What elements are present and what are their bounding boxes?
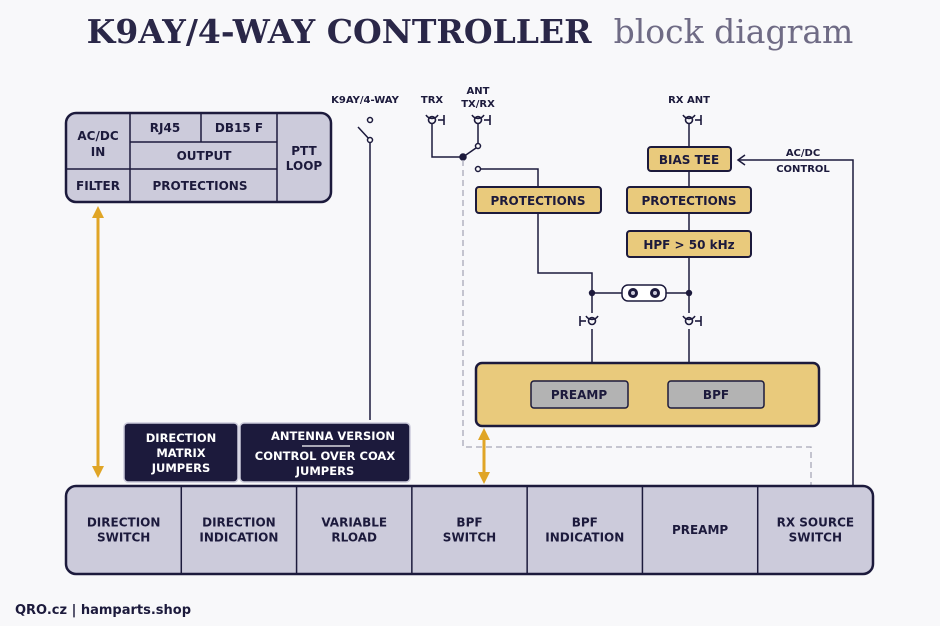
bias-tee-label: BIAS TEE (659, 153, 719, 167)
acdc-control-label-1: AC/DC (786, 148, 820, 159)
module-label: BPF (456, 516, 482, 530)
protections-label: PROTECTIONS (153, 179, 248, 193)
txrx-relay (431, 124, 539, 187)
bottom-module-bar: DIRECTIONSWITCHDIRECTIONINDICATIONVARIAB… (64, 484, 875, 576)
rf-board: PREAMP BPF (474, 361, 821, 428)
ptt-loop-label-2: LOOP (286, 159, 323, 173)
module-label: VARIABLE (321, 516, 387, 530)
antenna-version-jumpers: ANTENNA VERSION CONTROL OVER COAX JUMPER… (239, 422, 411, 483)
module-label: RLOAD (331, 531, 377, 545)
block-diagram: AC/DC IN RJ45 DB15 F OUTPUT PTT LOOP FIL… (64, 86, 875, 576)
direction-matrix-label-2: MATRIX (156, 446, 205, 460)
k9ay-connector-label: K9AY/4-WAY (331, 95, 399, 106)
k9ay-switch (357, 116, 374, 420)
protections-right-label: PROTECTIONS (642, 194, 737, 208)
ant-bnc-icon (471, 114, 491, 125)
direction-matrix-label-3: JUMPERS (151, 461, 210, 475)
bpf-label: BPF (703, 388, 729, 402)
ptt-loop-label-1: PTT (291, 144, 317, 158)
module-label: PREAMP (672, 523, 728, 537)
antenna-version-label: ANTENNA VERSION (271, 429, 395, 443)
ant-connector-label-1: ANT (467, 86, 490, 97)
bias-tee-block: BIAS TEE (647, 146, 732, 172)
module-label: DIRECTION (202, 516, 276, 530)
acdc-in-label-2: IN (91, 145, 106, 159)
footer-credit: QRO.cz | hamparts.shop (15, 603, 192, 618)
acdc-control-label-2: CONTROL (776, 164, 830, 175)
direction-matrix-label-1: DIRECTION (146, 431, 217, 445)
junction-right (685, 289, 693, 297)
preamp-label: PREAMP (551, 388, 607, 402)
control-coax-label-2: JUMPERS (295, 464, 354, 478)
preamp-in-bnc-icon (579, 315, 599, 326)
module-label: SWITCH (789, 531, 842, 545)
rx-chain-wires (537, 124, 854, 486)
ant-connector-label-2: TX/RX (461, 99, 495, 110)
control-coax-label-1: CONTROL OVER COAX (255, 449, 396, 463)
protections-right-block: PROTECTIONS (626, 186, 752, 214)
acdc-in-label-1: AC/DC (77, 129, 118, 143)
bpf-in-bnc-icon (682, 315, 702, 326)
junction-left (588, 289, 596, 297)
rx-ant-connector-label: RX ANT (668, 95, 710, 106)
module-label: RX SOURCE (777, 516, 855, 530)
rx-ant-bnc-icon (682, 114, 702, 125)
hpf-label: HPF > 50 kHz (643, 238, 734, 252)
protections-left-label: PROTECTIONS (491, 194, 586, 208)
direction-matrix-jumpers: DIRECTION MATRIX JUMPERS (123, 422, 239, 483)
module-label: SWITCH (443, 531, 496, 545)
module-label: INDICATION (545, 531, 624, 545)
db15-label: DB15 F (215, 121, 263, 135)
protections-left-block: PROTECTIONS (475, 186, 602, 214)
coax-jumper-icon (621, 284, 667, 302)
trx-bnc-icon (425, 114, 445, 125)
module-label: INDICATION (199, 531, 278, 545)
hpf-block: HPF > 50 kHz (626, 230, 752, 258)
rj45-label: RJ45 (150, 121, 180, 135)
filter-label: FILTER (76, 179, 120, 193)
module-label: SWITCH (97, 531, 150, 545)
trx-connector-label: TRX (421, 95, 444, 106)
power-board: AC/DC IN RJ45 DB15 F OUTPUT PTT LOOP FIL… (64, 111, 333, 204)
output-label: OUTPUT (177, 149, 233, 163)
module-label: DIRECTION (87, 516, 161, 530)
module-label: BPF (572, 516, 598, 530)
